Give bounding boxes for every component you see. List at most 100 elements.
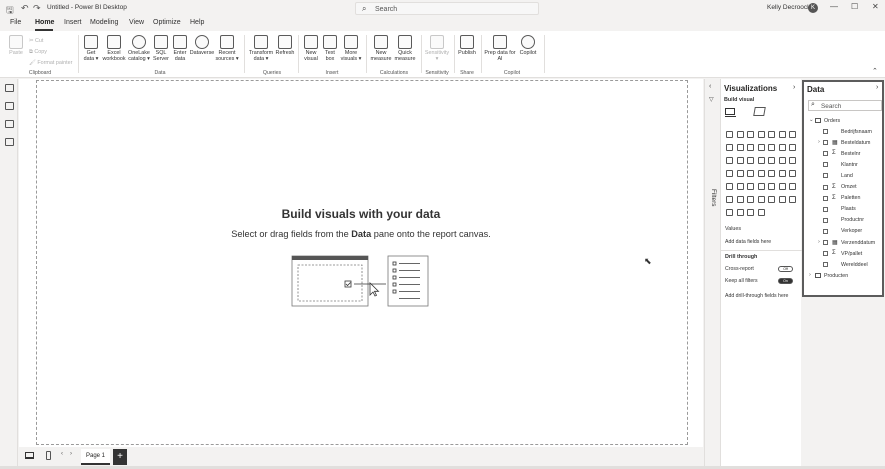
onelake-catalog-button[interactable]: OneLake catalog ▾: [127, 31, 151, 62]
prep-data-ai-button[interactable]: Prep data for AI: [484, 31, 516, 62]
field-checkbox[interactable]: [823, 206, 828, 212]
visual-type-icon[interactable]: [736, 144, 744, 151]
field-checkbox[interactable]: [823, 151, 828, 157]
visual-type-icon[interactable]: [747, 170, 754, 177]
visual-type-icon[interactable]: [789, 144, 796, 151]
visual-type-icon[interactable]: [747, 209, 754, 216]
field-checkbox[interactable]: [823, 184, 828, 190]
visual-type-icon[interactable]: [778, 183, 786, 190]
report-view-icon[interactable]: [5, 84, 14, 92]
publish-button[interactable]: Publish: [456, 31, 478, 56]
expand-chevron-icon[interactable]: ⌄: [809, 117, 814, 123]
field-item[interactable]: Σ Omzet: [804, 183, 882, 194]
filters-pane-collapsed[interactable]: ‹ ▽ Filters: [704, 79, 719, 466]
tab-optimize[interactable]: Optimize: [153, 19, 181, 26]
copilot-button[interactable]: Copilot: [516, 31, 540, 56]
visual-type-icon[interactable]: [778, 170, 786, 177]
field-checkbox[interactable]: [823, 240, 828, 245]
visual-type-icon[interactable]: [736, 209, 744, 216]
avatar[interactable]: K: [808, 3, 818, 13]
expand-chevron-icon[interactable]: ›: [818, 139, 820, 145]
redo-icon[interactable]: ↷: [33, 3, 41, 14]
visual-type-icon[interactable]: [757, 131, 765, 138]
get-data-button[interactable]: Get data ▾: [81, 31, 101, 62]
visual-type-icon[interactable]: [726, 183, 733, 190]
new-measure-button[interactable]: New measure: [369, 31, 393, 62]
maximize-icon[interactable]: ☐: [851, 2, 858, 11]
visual-type-icon[interactable]: [789, 157, 796, 164]
field-item[interactable]: Verkoper: [804, 227, 882, 238]
visual-type-icon[interactable]: [768, 131, 775, 138]
field-item[interactable]: Klantnr: [804, 160, 882, 171]
dataverse-button[interactable]: Dataverse: [189, 31, 215, 56]
cut-button[interactable]: ✂ Cut: [29, 38, 43, 44]
visual-type-icon[interactable]: [757, 183, 765, 190]
add-page-button[interactable]: +: [113, 449, 127, 465]
collapse-left-icon[interactable]: ‹: [709, 83, 711, 90]
visual-type-icon[interactable]: [757, 144, 765, 151]
copy-button[interactable]: ⧉ Copy: [29, 49, 47, 56]
model-view-icon[interactable]: [5, 120, 14, 128]
visual-type-icon[interactable]: [789, 196, 796, 203]
field-checkbox[interactable]: [823, 262, 828, 268]
tab-help[interactable]: Help: [190, 19, 204, 26]
visual-type-icon[interactable]: [736, 183, 744, 190]
field-item[interactable]: Plaats: [804, 205, 882, 216]
sql-server-button[interactable]: SQL Server: [151, 31, 171, 62]
dax-query-view-icon[interactable]: [5, 138, 14, 146]
visual-type-icon[interactable]: [757, 209, 765, 216]
collapse-ribbon-icon[interactable]: ⌃: [872, 67, 878, 75]
visual-type-icon[interactable]: [757, 170, 765, 177]
minimize-icon[interactable]: —: [830, 2, 838, 11]
excel-workbook-button[interactable]: Excel workbook: [101, 31, 127, 62]
undo-icon[interactable]: ↶: [21, 3, 29, 14]
field-checkbox[interactable]: [823, 228, 828, 234]
visual-type-icon[interactable]: [736, 131, 744, 138]
visual-type-icon[interactable]: [726, 131, 733, 138]
transform-data-button[interactable]: Transform data ▾: [247, 31, 275, 62]
quick-measure-button[interactable]: Quick measure: [393, 31, 417, 62]
visual-type-icon[interactable]: [789, 183, 796, 190]
field-item[interactable]: Σ VP/pallet: [804, 249, 882, 260]
format-visual-tab-icon[interactable]: [753, 107, 766, 116]
mobile-layout-icon[interactable]: [46, 451, 51, 460]
field-item[interactable]: Σ Bestelnr: [804, 149, 882, 160]
visual-type-icon[interactable]: [757, 157, 765, 164]
collapse-right-icon[interactable]: ›: [876, 84, 878, 91]
visual-type-icon[interactable]: [736, 196, 744, 203]
keep-all-filters-toggle[interactable]: On: [778, 278, 793, 284]
field-item[interactable]: Bedrijfsnaam: [804, 127, 882, 138]
previous-page-icon[interactable]: ‹: [61, 451, 63, 457]
text-box-button[interactable]: Text box: [321, 31, 339, 62]
visual-type-icon[interactable]: [747, 183, 754, 190]
cross-report-toggle[interactable]: Off: [778, 266, 793, 272]
expand-chevron-icon[interactable]: ›: [818, 239, 820, 245]
visual-type-icon[interactable]: [726, 157, 733, 164]
page-tab-1[interactable]: Page 1: [81, 449, 110, 465]
visual-type-icon[interactable]: [747, 131, 754, 138]
field-checkbox[interactable]: [823, 251, 828, 257]
expand-chevron-icon[interactable]: ›: [809, 272, 811, 278]
more-visuals-button[interactable]: More visuals ▾: [339, 31, 363, 62]
new-visual-button[interactable]: New visual: [301, 31, 321, 62]
enter-data-button[interactable]: Enter data: [171, 31, 189, 62]
desktop-layout-icon[interactable]: [25, 452, 34, 459]
visual-type-icon[interactable]: [736, 170, 744, 177]
refresh-button[interactable]: Refresh: [275, 31, 295, 56]
drill-through-drop-zone[interactable]: Add drill-through fields here: [725, 293, 788, 299]
field-item[interactable]: Land: [804, 171, 882, 182]
field-item[interactable]: Productnr: [804, 216, 882, 227]
format-painter-button[interactable]: 🖌 Format painter: [29, 60, 72, 66]
visual-type-icon[interactable]: [736, 157, 744, 164]
visual-type-icon[interactable]: [789, 170, 796, 177]
visual-type-icon[interactable]: [768, 196, 775, 203]
visual-type-icon[interactable]: [747, 144, 754, 151]
data-search-input[interactable]: ⌕ Search: [808, 100, 882, 111]
visual-type-icon[interactable]: [726, 209, 733, 216]
close-icon[interactable]: ✕: [872, 2, 879, 11]
visual-type-icon[interactable]: [747, 196, 754, 203]
visual-type-icon[interactable]: [726, 170, 733, 177]
sensitivity-button[interactable]: Sensitivity ▾: [424, 31, 450, 62]
visual-type-icon[interactable]: [778, 157, 786, 164]
next-page-icon[interactable]: ›: [70, 451, 72, 457]
